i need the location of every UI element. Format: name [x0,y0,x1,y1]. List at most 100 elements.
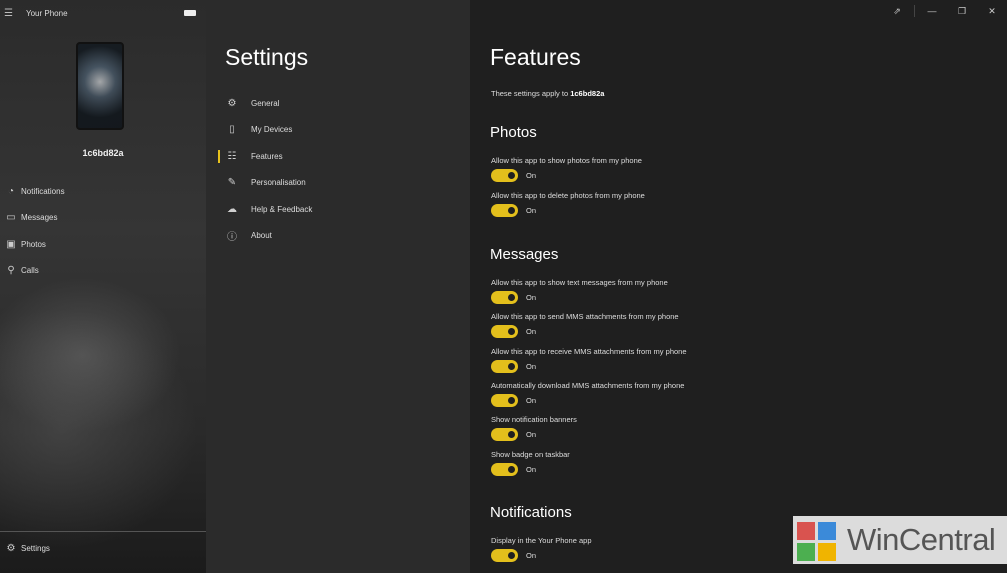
photos-icon: ▣ [6,238,16,250]
setting-send-mms: Allow this app to send MMS attachments f… [491,312,679,338]
setting-label: Allow this app to show text messages fro… [491,278,668,287]
chat-bubbles-icon: ☁ [227,203,237,215]
settings-nav-pane: Settings ⚙ General ▯ My Devices ☷ Featur… [206,0,470,573]
applies-prefix: These settings apply to [491,89,571,98]
settings-item-my-devices[interactable]: ▯ My Devices [218,117,458,144]
nav-item-label: Photos [21,239,46,249]
section-heading-messages: Messages [490,246,559,263]
setting-notification-banners: Show notification banners On [491,415,577,441]
nav-item-notifications[interactable]: ◔ Notifications [0,178,206,205]
setting-label: Display in the Your Phone app [491,536,592,545]
list-icon: ☷ [227,150,237,162]
battery-icon [184,10,196,16]
features-pane: ⇗ — ❐ ✕ Features These settings apply to… [470,0,1007,573]
close-button[interactable]: ✕ [977,6,1007,17]
toggle-state: On [526,171,537,180]
section-heading-photos: Photos [490,124,537,141]
toggle-knob [508,431,515,438]
window-controls: ⇗ — ❐ ✕ [882,0,1007,22]
hamburger-menu-icon[interactable]: ☰ [4,8,24,19]
taskbar-badge-toggle[interactable] [491,463,518,476]
divider [914,5,915,17]
messages-icon: ▭ [6,212,16,224]
settings-item-help-feedback[interactable]: ☁ Help & Feedback [218,196,458,223]
gear-icon: ⚙ [6,543,16,554]
nav-item-photos[interactable]: ▣ Photos [0,231,206,258]
watermark-text: WinCentral [847,522,996,557]
send-mms-toggle[interactable] [491,325,518,338]
logo-square [797,543,815,561]
logo-square [818,543,836,561]
settings-item-label: My Devices [251,125,293,135]
settings-label: Settings [21,544,50,553]
settings-button[interactable]: ⚙ Settings [0,543,50,554]
app-titlebar: ☰ Your Phone [0,0,206,26]
settings-item-label: Features [251,151,283,161]
calls-icon: ⚲ [7,265,15,277]
phone-wallpaper-preview [76,42,124,130]
logo-square [818,522,836,540]
wincentral-logo [797,520,841,561]
setting-taskbar-badge: Show badge on taskbar On [491,450,570,476]
settings-item-features[interactable]: ☷ Features [218,143,458,170]
brush-icon: ✎ [227,177,237,189]
toggle-knob [508,466,515,473]
info-icon: ⓘ [227,232,237,244]
toggle-state: On [526,327,537,336]
delete-photos-toggle[interactable] [491,204,518,217]
setting-auto-download-mms: Automatically download MMS attachments f… [491,381,684,407]
auto-download-mms-toggle[interactable] [491,394,518,407]
toggle-knob [508,328,515,335]
setting-label: Allow this app to receive MMS attachment… [491,347,687,356]
toggle-state: On [526,430,537,439]
divider [0,531,206,532]
phone-pane: ☰ Your Phone 1c6bd82a ◔ Notifications ▭ … [0,0,206,573]
section-heading-notifications: Notifications [490,504,572,521]
notifications-icon: ◔ [7,185,15,197]
toggle-knob [508,172,515,179]
toggle-knob [508,207,515,214]
setting-label: Allow this app to send MMS attachments f… [491,312,679,321]
setting-label: Allow this app to show photos from my ph… [491,156,642,165]
settings-title: Settings [225,44,309,70]
setting-label: Automatically download MMS attachments f… [491,381,685,390]
toggle-knob [508,294,515,301]
nav-item-calls[interactable]: ⚲ Calls [0,258,206,285]
device-name: 1c6bd82a [82,148,124,158]
phone-icon: ▯ [229,124,235,136]
setting-label: Allow this app to delete photos from my … [491,191,645,200]
toggle-state: On [526,465,537,474]
settings-item-label: About [251,231,272,241]
setting-label: Show badge on taskbar [491,450,570,459]
notification-banners-toggle[interactable] [491,428,518,441]
applies-device: 1c6bd82a [570,89,605,98]
setting-label: Show notification banners [491,415,577,424]
nav-item-messages[interactable]: ▭ Messages [0,205,206,232]
app-title: Your Phone [26,8,68,18]
pin-icon[interactable]: ⇗ [882,6,912,17]
minimize-button[interactable]: — [917,6,947,16]
nav-item-label: Notifications [21,186,65,196]
settings-item-label: Help & Feedback [251,204,313,214]
toggle-state: On [526,362,537,371]
display-in-app-toggle[interactable] [491,549,518,562]
toggle-knob [508,552,515,559]
toggle-state: On [526,551,537,560]
setting-receive-mms: Allow this app to receive MMS attachment… [491,347,687,373]
settings-item-personalisation[interactable]: ✎ Personalisation [218,170,458,197]
receive-mms-toggle[interactable] [491,360,518,373]
toggle-knob [508,363,515,370]
show-messages-toggle[interactable] [491,291,518,304]
nav-item-label: Messages [21,213,58,223]
setting-show-photos: Allow this app to show photos from my ph… [491,156,642,182]
settings-item-general[interactable]: ⚙ General [218,90,458,117]
left-nav: ◔ Notifications ▭ Messages ▣ Photos ⚲ Ca… [0,178,206,284]
show-photos-toggle[interactable] [491,169,518,182]
settings-item-about[interactable]: ⓘ About [218,223,458,250]
setting-show-text-messages: Allow this app to show text messages fro… [491,278,668,304]
toggle-state: On [526,396,537,405]
logo-square [797,522,815,540]
gear-icon: ⚙ [227,97,237,109]
maximize-button[interactable]: ❐ [947,6,977,17]
setting-display-in-app: Display in the Your Phone app On [491,536,592,562]
